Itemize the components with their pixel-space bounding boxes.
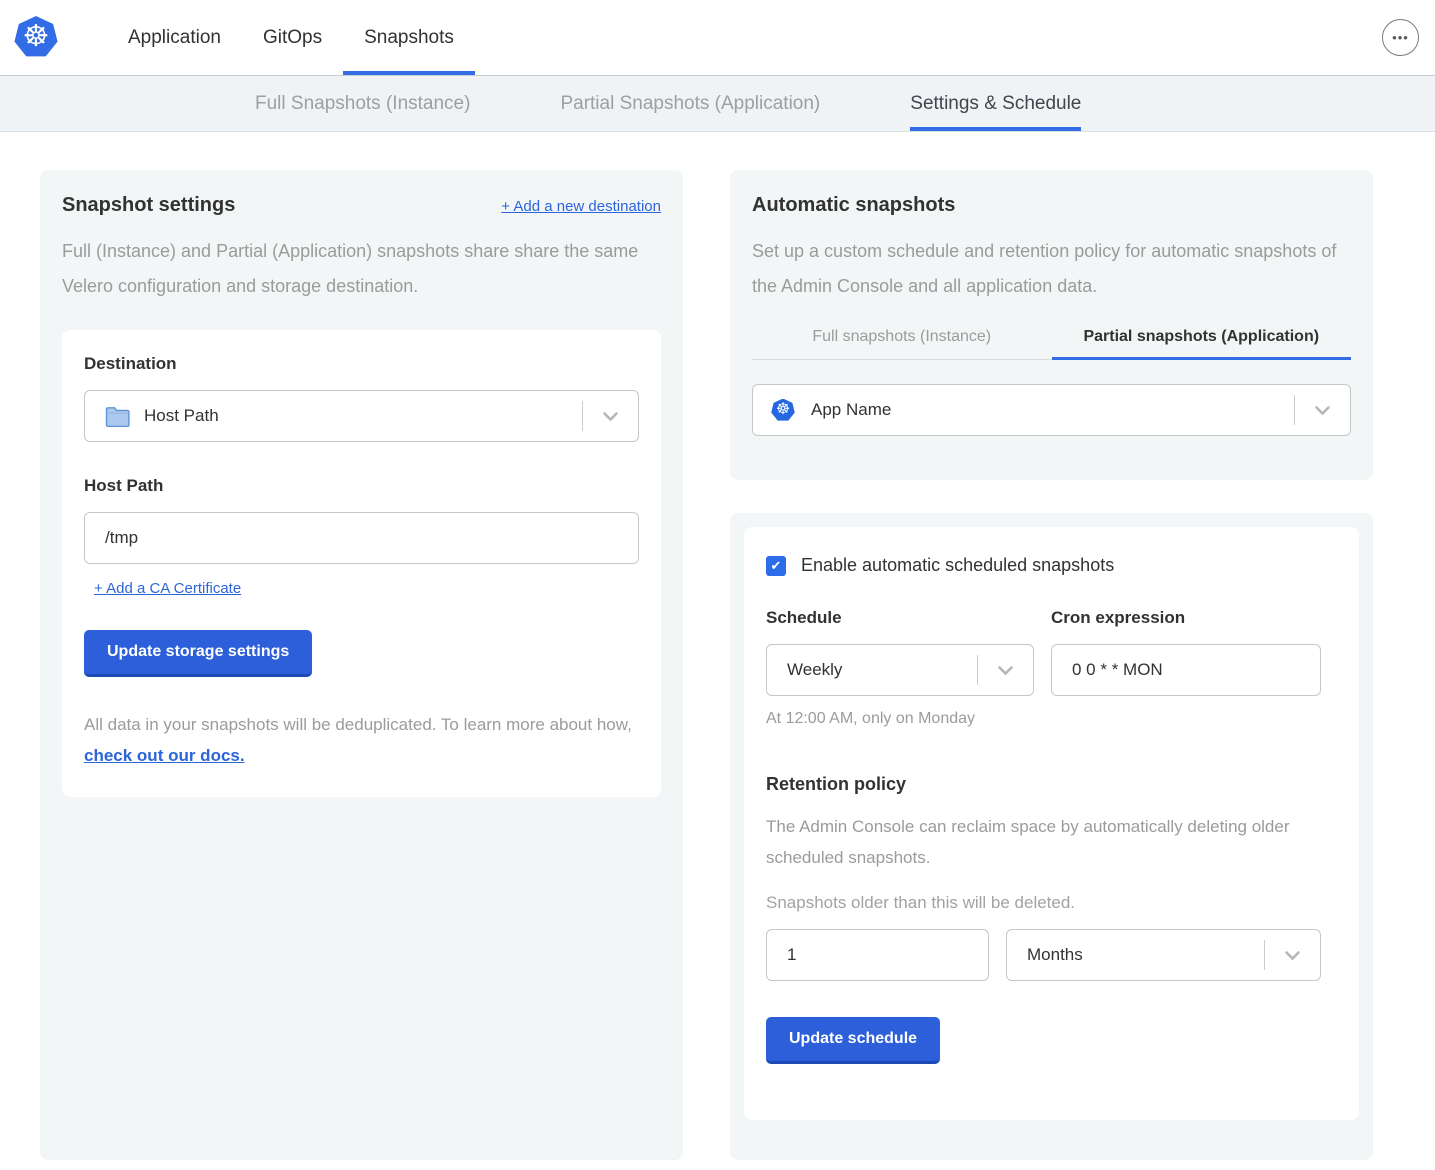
- update-storage-row: Update storage settings: [84, 630, 639, 677]
- automatic-snapshots-card: Automatic snapshots Set up a custom sche…: [730, 170, 1373, 480]
- snapshot-type-tabs: Full snapshots (Instance) Partial snapsh…: [752, 328, 1351, 360]
- enable-snapshots-row[interactable]: ✔ Enable automatic scheduled snapshots: [766, 555, 1337, 576]
- subnav-tab-settings-schedule[interactable]: Settings & Schedule: [910, 76, 1081, 131]
- chevron-down-icon[interactable]: [1265, 950, 1320, 961]
- ellipsis-icon: •••: [1392, 30, 1409, 45]
- cron-human-readable: At 12:00 AM, only on Monday: [766, 710, 1337, 728]
- schedule-frequency-select[interactable]: Weekly: [766, 644, 1034, 696]
- retention-select-control: [1264, 930, 1320, 980]
- main-content: Snapshot settings + Add a new destinatio…: [40, 170, 1435, 1160]
- automatic-snapshots-description: Set up a custom schedule and retention p…: [752, 234, 1351, 304]
- cron-expression-label: Cron expression: [1051, 608, 1321, 628]
- destination-select-control: [582, 391, 638, 441]
- storage-settings-panel: Destination Host Path Host Path: [62, 330, 661, 797]
- kubernetes-wheel-icon: ☸: [14, 16, 58, 58]
- add-new-destination-link[interactable]: + Add a new destination: [501, 198, 661, 215]
- dedup-footnote: All data in your snapshots will be dedup…: [84, 709, 639, 771]
- schedule-card: ✔ Enable automatic scheduled snapshots S…: [744, 527, 1359, 1120]
- nav-tab-snapshots[interactable]: Snapshots: [343, 0, 475, 75]
- app-select[interactable]: ☸ App Name: [752, 384, 1351, 436]
- destination-select[interactable]: Host Path: [84, 390, 639, 442]
- schedule-container: ✔ Enable automatic scheduled snapshots S…: [730, 513, 1373, 1160]
- retention-value-input[interactable]: [766, 929, 989, 981]
- automatic-snapshots-title: Automatic snapshots: [752, 194, 1351, 217]
- destination-selected-value: Host Path: [144, 406, 219, 426]
- update-schedule-button[interactable]: Update schedule: [766, 1017, 940, 1064]
- check-icon: ✔: [771, 558, 782, 574]
- schedule-label: Schedule: [766, 608, 1034, 628]
- add-ca-certificate-link[interactable]: + Add a CA Certificate: [94, 580, 241, 597]
- nav-tab-gitops[interactable]: GitOps: [242, 0, 343, 75]
- chevron-down-icon[interactable]: [1295, 405, 1350, 416]
- folder-icon: [105, 406, 130, 427]
- main-nav-tabs: Application GitOps Snapshots: [107, 0, 475, 75]
- update-storage-settings-button[interactable]: Update storage settings: [84, 630, 312, 677]
- enable-snapshots-label: Enable automatic scheduled snapshots: [801, 555, 1114, 576]
- ca-certificate-row: + Add a CA Certificate: [94, 580, 639, 598]
- chevron-down-icon[interactable]: [978, 665, 1033, 676]
- retention-hint: Snapshots older than this will be delete…: [766, 893, 1337, 913]
- schedule-cron-grid: Schedule Cron expression Weekly: [766, 576, 1337, 696]
- enable-snapshots-checkbox[interactable]: ✔: [766, 556, 786, 576]
- tab-partial-snapshots-application[interactable]: Partial snapshots (Application): [1052, 328, 1352, 360]
- subnav-tab-partial-snapshots[interactable]: Partial Snapshots (Application): [560, 76, 820, 131]
- retention-policy-description: The Admin Console can reclaim space by a…: [766, 811, 1337, 873]
- app-kubernetes-icon: ☸: [771, 399, 795, 422]
- host-path-label: Host Path: [84, 476, 639, 496]
- snapshot-settings-card: Snapshot settings + Add a new destinatio…: [40, 170, 683, 1160]
- subnav-tab-full-snapshots[interactable]: Full Snapshots (Instance): [255, 76, 470, 131]
- snapshot-settings-header: Snapshot settings + Add a new destinatio…: [62, 194, 661, 217]
- schedule-select-control: [977, 645, 1033, 695]
- destination-label: Destination: [84, 354, 639, 374]
- docs-link[interactable]: check out our docs.: [84, 746, 245, 765]
- right-column: Automatic snapshots Set up a custom sche…: [730, 170, 1373, 1160]
- kubernetes-logo: ☸: [14, 16, 58, 58]
- snapshots-subnav: Full Snapshots (Instance) Partial Snapsh…: [0, 75, 1435, 132]
- host-path-input[interactable]: [84, 512, 639, 564]
- tab-full-snapshots-instance[interactable]: Full snapshots (Instance): [752, 328, 1052, 360]
- update-schedule-row: Update schedule: [766, 1017, 1337, 1064]
- chevron-down-icon[interactable]: [583, 411, 638, 422]
- more-options-button[interactable]: •••: [1382, 19, 1419, 56]
- retention-unit-select[interactable]: Months: [1006, 929, 1321, 981]
- retention-unit-value: Months: [1027, 945, 1083, 965]
- retention-inputs-row: Months: [766, 913, 1337, 981]
- retention-policy-title: Retention policy: [766, 774, 1337, 795]
- app-select-control: [1294, 385, 1350, 435]
- snapshot-settings-description: Full (Instance) and Partial (Application…: [62, 234, 661, 304]
- schedule-selected-value: Weekly: [787, 660, 842, 680]
- cron-expression-input[interactable]: [1051, 644, 1321, 696]
- snapshot-settings-title: Snapshot settings: [62, 194, 235, 217]
- app-selected-value: App Name: [811, 400, 891, 420]
- nav-tab-application[interactable]: Application: [107, 0, 242, 75]
- dedup-footnote-text: All data in your snapshots will be dedup…: [84, 715, 632, 734]
- top-navbar: ☸ Application GitOps Snapshots •••: [0, 0, 1435, 75]
